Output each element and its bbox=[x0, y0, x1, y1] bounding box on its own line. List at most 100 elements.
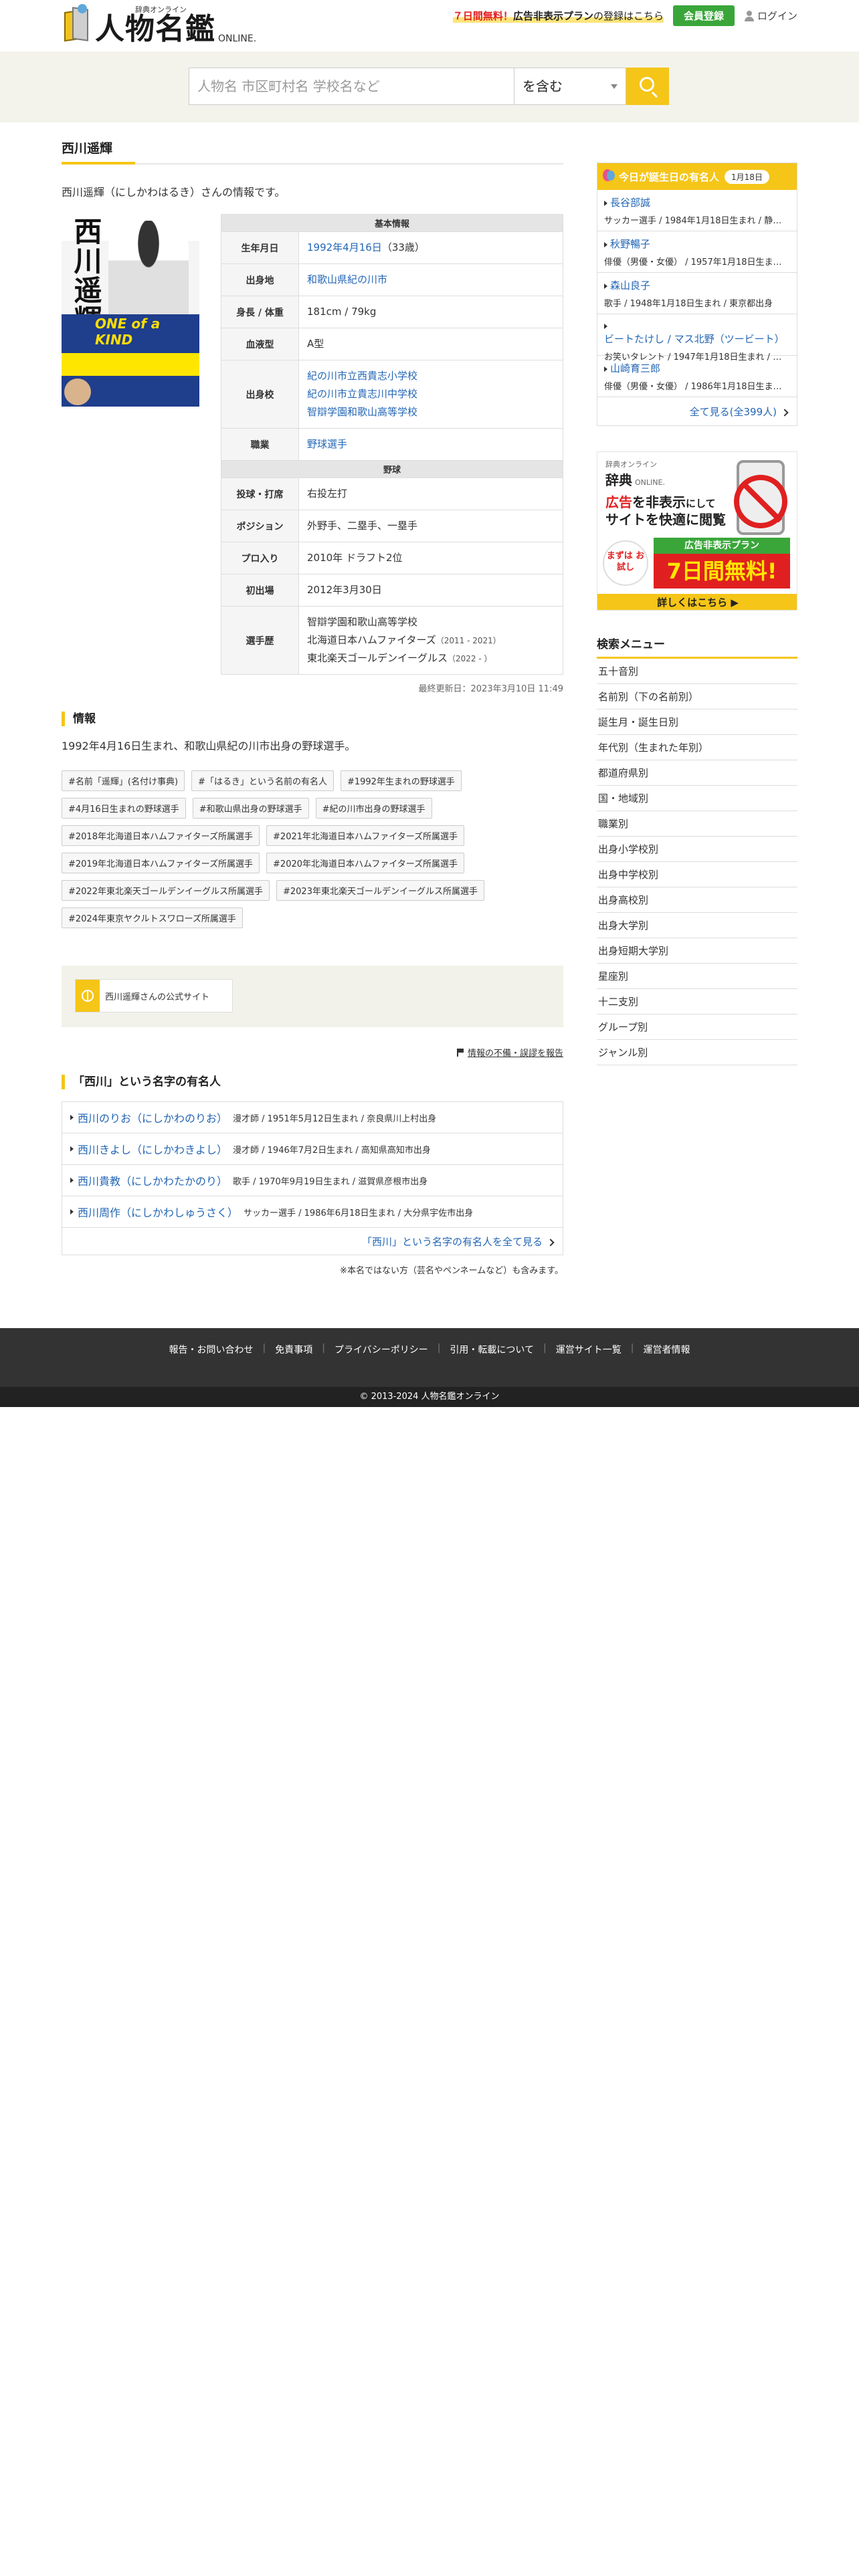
row-label: 職業 bbox=[221, 428, 299, 461]
logo-online: ONLINE. bbox=[218, 33, 257, 44]
balloon-icon bbox=[603, 169, 615, 184]
search-menu-item[interactable]: ジャンル別 bbox=[597, 1040, 797, 1065]
page-title: 西川遥輝 bbox=[62, 138, 563, 165]
footer-link[interactable]: 免責事項 bbox=[275, 1343, 312, 1356]
birthday-person-link[interactable]: 秋野暢子 bbox=[610, 238, 650, 250]
search-menu-item[interactable]: 都道府県別 bbox=[597, 760, 797, 786]
ad-try-badge: まずは お試し bbox=[603, 540, 648, 586]
search-menu-item[interactable]: 出身大学別 bbox=[597, 913, 797, 938]
tag-link[interactable]: #4月16日生まれの野球選手 bbox=[62, 798, 186, 819]
footer-link[interactable]: 引用・転載について bbox=[450, 1343, 534, 1356]
search-form: 人物名 市区町村名 学校名など を含む bbox=[189, 68, 669, 105]
search-menu-item[interactable]: 出身短期大学別 bbox=[597, 938, 797, 964]
birthday-person-link[interactable]: 森山良子 bbox=[610, 280, 650, 292]
search-menu: 五十音別 名前別（下の名前別） 誕生月・誕生日別 年代別（生まれた年別） 都道府県別 国・… bbox=[597, 659, 797, 1065]
search-menu-item[interactable]: 誕生月・誕生日別 bbox=[597, 710, 797, 735]
info-heading: 情報 bbox=[62, 712, 563, 726]
official-site-link[interactable]: 西川遥輝さんの公式サイト bbox=[75, 979, 233, 1012]
list-item: 長谷部誠サッカー選手 / 1984年1月18日生まれ / 静岡県藤枝市出身 bbox=[597, 190, 797, 231]
search-menu-item[interactable]: 名前別（下の名前別） bbox=[597, 684, 797, 710]
tag-link[interactable]: #紀の川市出身の野球選手 bbox=[315, 798, 432, 819]
birthday-person-link[interactable]: 長谷部誠 bbox=[610, 197, 650, 209]
search-menu-item[interactable]: 十二支別 bbox=[597, 989, 797, 1014]
tag-link[interactable]: #2020年北海道日本ハムファイターズ所属選手 bbox=[266, 853, 465, 873]
family-person-link[interactable]: 西川周作（にしかわしゅうさく） bbox=[78, 1204, 238, 1220]
tag-link[interactable]: #2019年北海道日本ハムファイターズ所属選手 bbox=[62, 853, 260, 873]
family-person-link[interactable]: 西川貴教（にしかわたかのり） bbox=[78, 1172, 227, 1188]
sidebar: 今日が誕生日の有名人 1月18日 長谷部誠 サッカー選手 / 1984年1月18日生… bbox=[597, 122, 797, 1065]
family-person-link[interactable]: 西川のりお（にしかわのりお） bbox=[78, 1109, 227, 1125]
height-weight: 181cm / 79kg bbox=[298, 296, 563, 328]
search-menu-item[interactable]: 職業別 bbox=[597, 811, 797, 837]
tag-link[interactable]: #1992年生まれの野球選手 bbox=[340, 770, 462, 791]
tag-link[interactable]: #和歌山県出身の野球選手 bbox=[192, 798, 309, 819]
triangle-right-icon bbox=[604, 366, 607, 372]
family-all-link[interactable]: 「西川」という名字の有名人を全て見る bbox=[362, 1235, 555, 1249]
tag-link[interactable]: #2022年東北楽天ゴールデンイーグルス所属選手 bbox=[62, 880, 270, 901]
list-item: 西川貴教（にしかわたかのり） 歌手 / 1970年9月19日生まれ / 滋賀県彦根… bbox=[62, 1165, 563, 1196]
birthplace-link[interactable]: 和歌山県紀の川市 bbox=[307, 274, 387, 286]
row-value: 2010年 ドラフト2位 bbox=[298, 542, 563, 574]
birthday-all-link[interactable]: 全て見る(全399人) bbox=[690, 405, 789, 419]
tag-list: #名前「遥輝」(名付け事典) #「はるき」という名前の有名人 #1992年生まれの野… bbox=[62, 770, 570, 928]
tag-link[interactable]: #「はるき」という名前の有名人 bbox=[191, 770, 334, 791]
logo-title: 人物名鑑 bbox=[95, 12, 215, 46]
separator: | bbox=[630, 1343, 634, 1354]
tag-link[interactable]: #2021年北海道日本ハムファイターズ所属選手 bbox=[266, 825, 465, 846]
footer-links: 報告・お問い合わせ | 免責事項 | プライバシーポリシー | 引用・転載について | 運営サイ… bbox=[0, 1343, 859, 1356]
register-button[interactable]: 会員登録 bbox=[672, 5, 735, 26]
row-label: 血液型 bbox=[221, 328, 299, 360]
search-mode-select[interactable]: を含む bbox=[514, 68, 626, 105]
search-menu-item[interactable]: 出身中学校別 bbox=[597, 862, 797, 887]
footer-link[interactable]: 報告・お問い合わせ bbox=[169, 1343, 254, 1356]
ad-free-banner[interactable]: 辞典オンライン 辞典 ONLINE. 広告を非表示にして サイトを快適に閲覧 まずは … bbox=[597, 451, 797, 611]
footer-link[interactable]: プライバシーポリシー bbox=[335, 1343, 428, 1356]
school-link[interactable]: 紀の川市立貴志川中学校 bbox=[307, 388, 417, 400]
main-content: 西川遥輝 西川遥輝（にしかわはるき）さんの情報です。 西川遥輝 ONE of a… bbox=[62, 122, 563, 1276]
search-button[interactable] bbox=[626, 68, 669, 105]
school-link[interactable]: 紀の川市立西貴志小学校 bbox=[307, 370, 417, 382]
site-logo[interactable]: 辞典オンライン 人物名鑑 ONLINE. bbox=[62, 4, 256, 44]
list-item: 森山良子 歌手 / 1948年1月18日生まれ / 東京都出身 bbox=[597, 273, 797, 314]
section-baseball: 野球 bbox=[221, 460, 563, 478]
search-menu-item[interactable]: 出身高校別 bbox=[597, 887, 797, 913]
birthdate-link[interactable]: 1992年4月16日 bbox=[307, 241, 382, 253]
list-item: 西川周作（にしかわしゅうさく） サッカー選手 / 1986年6月18日生まれ / … bbox=[62, 1196, 563, 1228]
list-item: 秋野暢子俳優（男優・女優） / 1957年1月18日生まれ / 大阪府大阪市出身 bbox=[597, 231, 797, 273]
tag-link[interactable]: #2018年北海道日本ハムファイターズ所属選手 bbox=[62, 825, 260, 846]
birthday-person-link[interactable]: 山崎育三郎 bbox=[610, 362, 660, 374]
tag-link[interactable]: #2023年東北楽天ゴールデンイーグルス所属選手 bbox=[276, 880, 484, 901]
footer-link[interactable]: 運営者情報 bbox=[643, 1343, 690, 1356]
family-person-link[interactable]: 西川きよし（にしかわきよし） bbox=[78, 1141, 227, 1157]
report-link[interactable]: 情報の不備・誤謬を報告 bbox=[62, 1046, 563, 1059]
triangle-right-icon bbox=[604, 284, 607, 289]
search-menu-item[interactable]: グループ別 bbox=[597, 1014, 797, 1040]
login-link[interactable]: ログイン bbox=[744, 9, 797, 23]
birthday-person-link[interactable]: ビートたけし / マス北野（ツービート） bbox=[604, 333, 785, 345]
site-footer: 報告・お問い合わせ | 免責事項 | プライバシーポリシー | 引用・転載について | 運営サイ… bbox=[0, 1328, 859, 1392]
tag-link[interactable]: #名前「遥輝」(名付け事典) bbox=[62, 770, 185, 791]
search-input[interactable]: 人物名 市区町村名 学校名など bbox=[189, 68, 514, 105]
occupation-link[interactable]: 野球選手 bbox=[307, 438, 347, 450]
footer-link[interactable]: 運営サイト一覧 bbox=[556, 1343, 622, 1356]
search-menu-item[interactable]: 年代別（生まれた年別） bbox=[597, 735, 797, 760]
birthday-box: 今日が誕生日の有名人 1月18日 長谷部誠 サッカー選手 / 1984年1月18日生… bbox=[597, 163, 797, 426]
row-label: 投球・打席 bbox=[221, 477, 299, 510]
school-link[interactable]: 智辯学園和歌山高等学校 bbox=[307, 406, 417, 418]
list-item: 西川のりお（にしかわのりお） 漫才師 / 1951年5月12日生まれ / 奈良県川… bbox=[62, 1102, 563, 1134]
book-cover-image[interactable]: 西川遥輝 ONE of a KIND bbox=[62, 214, 199, 407]
search-menu-item[interactable]: 五十音別 bbox=[597, 659, 797, 684]
profile-table: 基本情報 生年月日 1992年4月16日（33歳） 出身地 和歌山県紀の川市 身長 … bbox=[221, 214, 563, 675]
ad-free-promo-link[interactable]: ７日間無料！広告非表示プランの登録はこちら bbox=[452, 9, 664, 23]
search-menu-item[interactable]: 国・地域別 bbox=[597, 786, 797, 811]
intro-text: 西川遥輝（にしかわはるき）さんの情報です。 bbox=[62, 186, 286, 199]
row-label: プロ入り bbox=[221, 542, 299, 574]
triangle-right-icon bbox=[604, 324, 607, 329]
search-menu-item[interactable]: 星座別 bbox=[597, 964, 797, 989]
row-value: 外野手、二塁手、一塁手 bbox=[298, 510, 563, 542]
family-note: ※本名ではない方（芸名やペンネームなど）も含みます。 bbox=[340, 1266, 563, 1276]
tag-link[interactable]: #2024年東京ヤクルトスワローズ所属選手 bbox=[62, 907, 243, 928]
search-menu-item[interactable]: 出身小学校別 bbox=[597, 837, 797, 862]
profile-block: 西川遥輝 ONE of a KIND 基本情報 生年月日 1992年4月16日（3… bbox=[62, 214, 563, 675]
ad-details-button[interactable]: 詳しくはこちら ▶ bbox=[597, 594, 797, 610]
